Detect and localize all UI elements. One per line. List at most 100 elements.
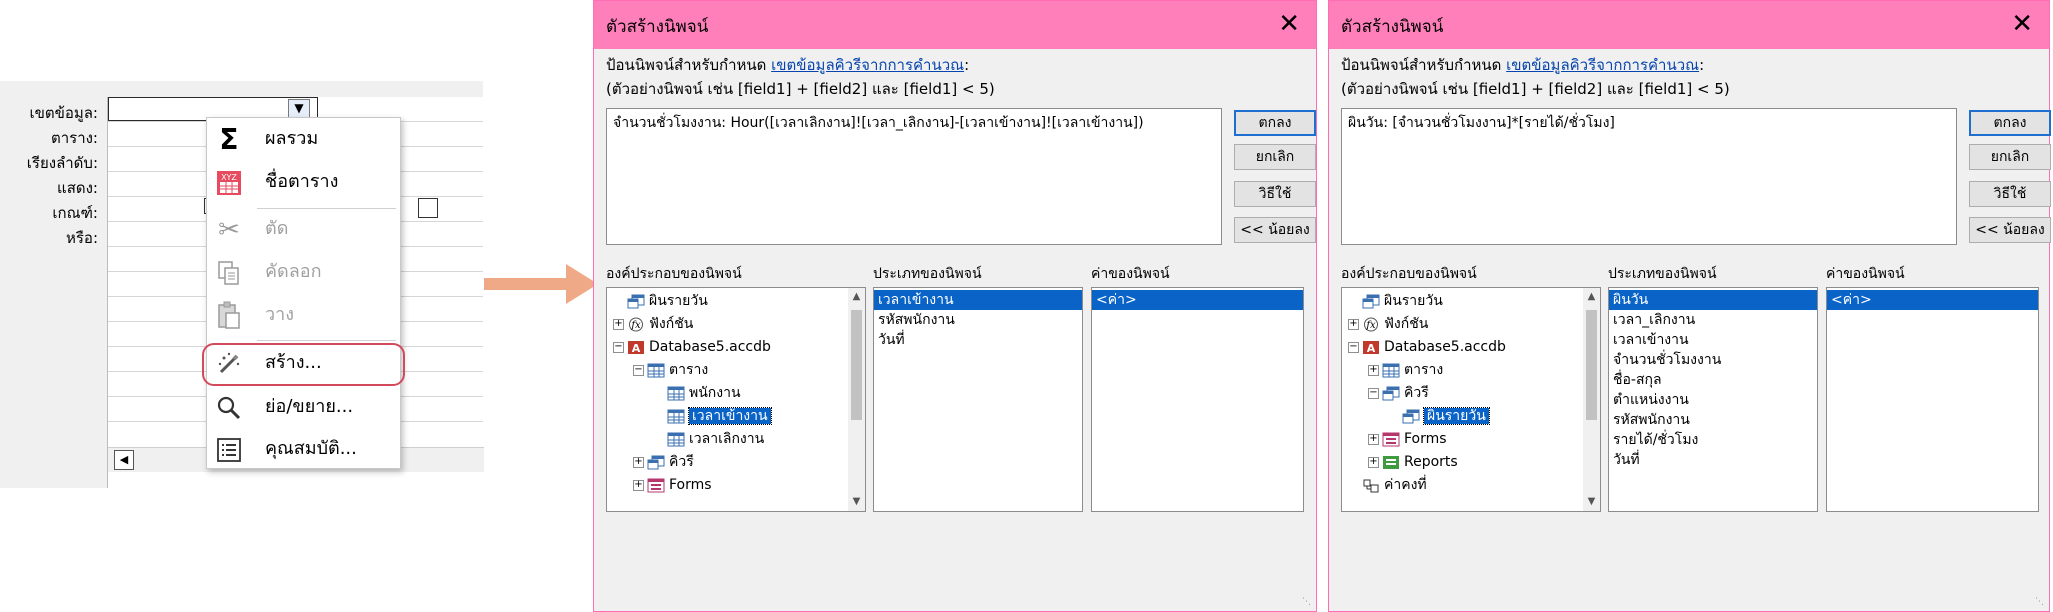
expression-values-list[interactable]: <ค่า> (1091, 287, 1304, 512)
collapse-icon[interactable]: − (1368, 387, 1379, 399)
elements-label: องค์ประกอบของนิพจน์ (606, 266, 742, 282)
categories-label: ประเภทของนิพจน์ (1608, 266, 1717, 282)
expand-icon[interactable]: + (633, 456, 644, 468)
tree-node[interactable]: + Forms (633, 474, 712, 496)
tree-node[interactable]: + Forms (1368, 428, 1447, 450)
list-item[interactable]: ตำแหน่งงาน (1609, 390, 1817, 410)
expression-values-list[interactable]: <ค่า> (1826, 287, 2039, 512)
menu-item-properties[interactable]: คุณสมบัติ... (207, 430, 400, 470)
help-button[interactable]: วิธีใช้ (1234, 181, 1316, 207)
collapse-icon[interactable]: − (613, 341, 624, 353)
scroll-thumb[interactable] (1586, 310, 1597, 420)
resize-grip-icon[interactable]: ⋱ (2035, 597, 2047, 609)
menu-item-cut[interactable]: ✂ ตัด (207, 210, 400, 250)
close-icon[interactable]: ✕ (2011, 9, 2033, 39)
tree-node[interactable]: + fx ฟังก์ชัน (1348, 313, 1428, 335)
context-menu: Σ ผลรวม XYZ ชื่อตาราง ✂ ตัด คัดลอก วาง ส… (202, 117, 405, 470)
expression-elements-tree[interactable]: ผินรายวัน + fx ฟังก์ชัน − A Database5.accdb + ตา… (1341, 287, 1601, 512)
list-item[interactable]: <ค่า> (1092, 290, 1303, 310)
less-button[interactable]: << น้อยลง (1234, 217, 1316, 243)
list-item[interactable]: วันที่ (874, 330, 1082, 350)
row-label-or: หรือ: (65, 229, 98, 247)
ok-button[interactable]: ตกลง (1969, 110, 2051, 136)
tree-node[interactable]: เวลาเข้างาน (653, 405, 772, 427)
expression-elements-tree[interactable]: ผินรายวัน + fx ฟังก์ชัน − A Database5.accdb − ตา… (606, 287, 866, 512)
list-item[interactable]: วันที่ (1609, 450, 1817, 470)
scroll-down-icon[interactable]: ▼ (1583, 493, 1600, 511)
menu-item-table-names[interactable]: XYZ ชื่อตาราง (207, 163, 400, 203)
list-item[interactable]: เวลาเข้างาน (1609, 330, 1817, 350)
tree-node[interactable]: − คิวรี (1368, 382, 1429, 404)
chevron-down-icon[interactable]: ▼ (288, 99, 310, 118)
menu-item-copy[interactable]: คัดลอก (207, 253, 400, 293)
tree-node[interactable]: ผินรายวัน (1348, 290, 1443, 312)
expression-textbox[interactable]: จำนวนชั่วโมงงาน: Hour([เวลาเลิกงาน]![เวล… (606, 108, 1222, 245)
tree-node[interactable]: ค่าคงที่ (1348, 474, 1427, 496)
collapse-icon[interactable]: − (633, 364, 644, 376)
collapse-icon[interactable]: − (1348, 341, 1359, 353)
row-label-table: ตาราง: (50, 129, 98, 147)
scroll-up-icon[interactable]: ▲ (1583, 288, 1600, 306)
calculated-field-link[interactable]: เขตข้อมูลคิวรีจากการคำนวณ (1506, 56, 1699, 74)
vertical-scrollbar[interactable]: ▲ ▼ (848, 288, 865, 511)
tree-node[interactable]: + fx ฟังก์ชัน (613, 313, 693, 335)
tree-node[interactable]: ผินรายวัน (613, 290, 708, 312)
table-icon (667, 431, 689, 447)
list-item[interactable]: เวลาเข้างาน (874, 290, 1082, 310)
list-item[interactable]: <ค่า> (1827, 290, 2038, 310)
help-button[interactable]: วิธีใช้ (1969, 181, 2051, 207)
scroll-down-icon[interactable]: ▼ (848, 493, 865, 511)
tree-node[interactable]: ผินรายวัน (1388, 405, 1490, 427)
svg-text:fx: fx (1365, 320, 1376, 331)
menu-item-paste[interactable]: วาง (207, 296, 400, 336)
expression-categories-list[interactable]: เวลาเข้างาน รหัสพนักงาน วันที่ (873, 287, 1083, 512)
expression-textbox[interactable]: ผินวัน: [จำนวนชั่วโมงงาน]*[รายได้/ชั่วโม… (1341, 108, 1957, 245)
list-item[interactable]: รหัสพนักงาน (874, 310, 1082, 330)
scroll-up-icon[interactable]: ▲ (848, 288, 865, 306)
close-icon[interactable]: ✕ (1278, 9, 1300, 39)
expand-icon[interactable]: + (1368, 364, 1379, 376)
svg-text:A: A (632, 342, 641, 355)
menu-item-totals[interactable]: Σ ผลรวม (207, 120, 400, 160)
tree-node[interactable]: − A Database5.accdb (613, 336, 771, 358)
tree-node[interactable]: − ตาราง (633, 359, 708, 381)
tree-node[interactable]: เวลาเลิกงาน (653, 428, 764, 450)
list-item[interactable]: รายได้/ชั่วโมง (1609, 430, 1817, 450)
zoom-icon (213, 392, 245, 424)
tree-node[interactable]: − A Database5.accdb (1348, 336, 1506, 358)
properties-icon (213, 434, 245, 466)
resize-grip-icon[interactable]: ⋱ (1302, 597, 1314, 609)
tree-node[interactable]: + Reports (1368, 451, 1458, 473)
tree-node[interactable]: + คิวรี (633, 451, 694, 473)
vertical-scrollbar[interactable]: ▲ ▼ (1583, 288, 1600, 511)
query-icon (627, 293, 649, 309)
tree-node[interactable]: + ตาราง (1368, 359, 1443, 381)
expression-categories-list[interactable]: ผินวัน เวลา_เลิกงาน เวลาเข้างาน จำนวนชั่วโม… (1608, 287, 1818, 512)
cancel-button[interactable]: ยกเลิก (1969, 144, 2051, 170)
menu-item-zoom[interactable]: ย่อ/ขยาย... (207, 388, 400, 428)
list-item[interactable]: เวลา_เลิกงาน (1609, 310, 1817, 330)
expand-icon[interactable]: + (1368, 433, 1379, 445)
list-item[interactable]: ผินวัน (1609, 290, 1817, 310)
scroll-thumb[interactable] (851, 310, 862, 420)
query-icon (1382, 385, 1404, 401)
list-item[interactable]: ชื่อ-สกุล (1609, 370, 1817, 390)
tree-node[interactable]: พนักงาน (653, 382, 741, 404)
cancel-button[interactable]: ยกเลิก (1234, 144, 1316, 170)
expand-icon[interactable]: + (613, 318, 624, 330)
scroll-left-icon[interactable]: ◀ (114, 450, 134, 470)
expand-icon[interactable]: + (633, 479, 644, 491)
expand-icon[interactable]: + (1368, 456, 1379, 468)
title-bar: ตัวสร้างนิพจน์ ✕ (594, 1, 1316, 49)
function-icon: fx (627, 316, 649, 332)
ok-button[interactable]: ตกลง (1234, 110, 1316, 136)
table-icon (667, 408, 689, 424)
form-icon (1382, 431, 1404, 447)
expand-icon[interactable]: + (1348, 318, 1359, 330)
list-item[interactable]: จำนวนชั่วโมงงาน (1609, 350, 1817, 370)
calculated-field-link[interactable]: เขตข้อมูลคิวรีจากการคำนวณ (771, 56, 964, 74)
table-icon (647, 362, 669, 378)
less-button[interactable]: << น้อยลง (1969, 217, 2051, 243)
list-item[interactable]: รหัสพนักงาน (1609, 410, 1817, 430)
show-checkbox[interactable] (418, 198, 438, 218)
